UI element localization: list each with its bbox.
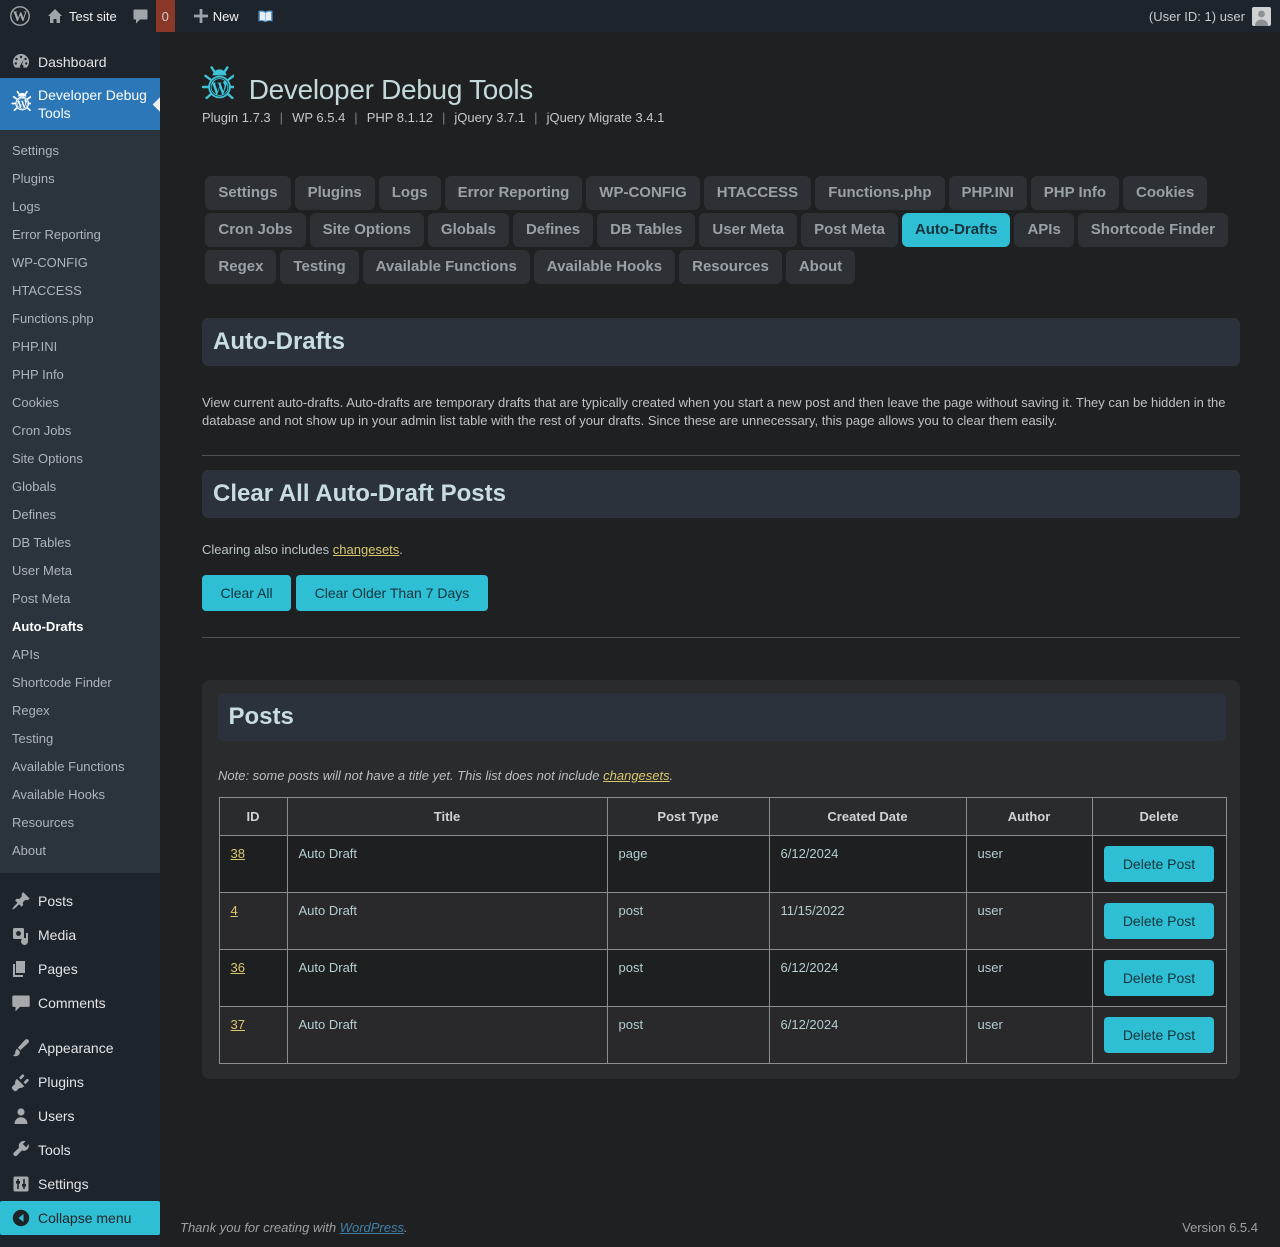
svg-text:W: W: [13, 9, 28, 25]
